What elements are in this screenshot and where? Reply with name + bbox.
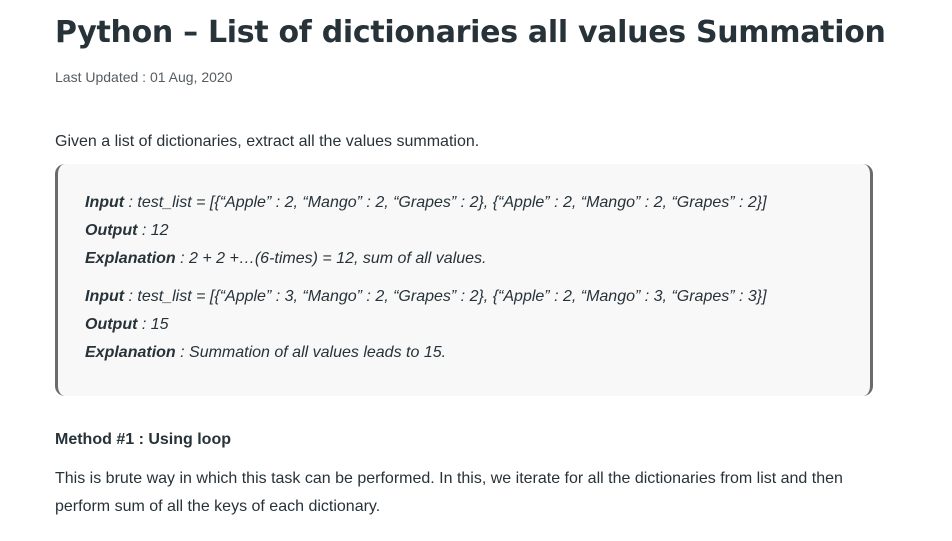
example-1-input: Input : test_list = [{“Apple” : 2, “Mang… — [85, 192, 767, 214]
output-label: Output — [85, 316, 138, 333]
input-value: : test_list = [{“Apple” : 3, “Mango” : 2… — [124, 288, 767, 305]
input-label: Input — [85, 194, 125, 211]
explanation-label: Explanation — [85, 250, 176, 267]
intro-paragraph: Given a list of dictionaries, extract al… — [55, 133, 480, 150]
page-title: Python – List of dictionaries all values… — [55, 15, 886, 50]
example-2-output: Output : 15 — [85, 314, 169, 336]
input-value: : test_list = [{“Apple” : 2, “Mango” : 2… — [124, 194, 767, 211]
example-1-explanation: Explanation : 2 + 2 +…(6-times) = 12, su… — [85, 248, 486, 270]
example-2-explanation: Explanation : Summation of all values le… — [85, 342, 446, 364]
explanation-value: : Summation of all values leads to 15. — [175, 344, 447, 361]
example-1-output: Output : 12 — [85, 220, 169, 242]
example-blockquote: Input : test_list = [{“Apple” : 2, “Mang… — [55, 164, 873, 396]
example-2-input: Input : test_list = [{“Apple” : 3, “Mang… — [85, 286, 767, 308]
last-updated-date: Last Updated : 01 Aug, 2020 — [55, 69, 233, 85]
output-value: : 15 — [137, 316, 169, 333]
output-label: Output — [85, 222, 138, 239]
explanation-value: : 2 + 2 +…(6-times) = 12, sum of all val… — [175, 250, 487, 267]
method-description: This is brute way in which this task can… — [55, 470, 843, 515]
explanation-label: Explanation — [85, 344, 176, 361]
output-value: : 12 — [137, 222, 169, 239]
input-label: Input — [85, 288, 125, 305]
method-heading: Method #1 : Using loop — [55, 431, 231, 448]
